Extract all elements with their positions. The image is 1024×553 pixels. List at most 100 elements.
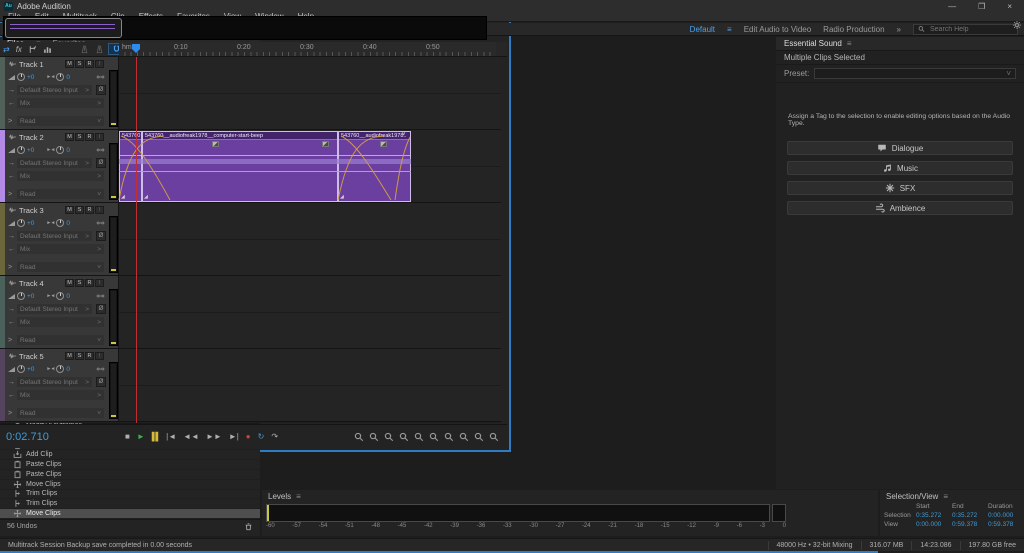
panel-menu-icon[interactable]: ≡ [847,39,852,48]
volume-knob[interactable] [17,365,25,373]
zoom-tool-button[interactable] [399,432,409,442]
solo-button[interactable]: S [75,60,84,68]
volume-knob[interactable] [17,219,25,227]
pan-value[interactable]: 0 [66,147,70,154]
go-to-end-button[interactable]: ►| [229,432,239,441]
skip-selection-button[interactable]: ↷ [271,432,278,441]
panel-menu-icon[interactable]: ≡ [296,492,301,501]
output-selector[interactable]: Mix > [17,244,104,254]
metronome-settings-icon[interactable] [92,44,107,53]
mute-button[interactable]: M [65,133,74,141]
volume-value[interactable]: +0 [27,220,34,227]
workspace-overflow-button[interactable]: » [897,25,901,34]
input-selector[interactable]: Default Stereo Input > [17,304,92,314]
history-item[interactable]: Move Clips [0,509,260,519]
arm-record-button[interactable]: R [85,279,94,287]
input-selector[interactable]: Default Stereo Input > [17,158,92,168]
automation-mode-selector[interactable]: Read ˅ [17,408,104,418]
tag-button[interactable]: Ambience [787,201,1013,215]
track-routing-icon[interactable] [25,44,40,53]
arm-record-button[interactable]: R [85,60,94,68]
zoom-tool-button[interactable] [354,432,364,442]
pan-knob[interactable] [56,292,64,300]
phase-button[interactable]: Ø [96,158,106,168]
solo-button[interactable]: S [75,206,84,214]
minimize-button[interactable]: — [948,2,956,11]
volume-knob[interactable] [17,73,25,81]
monitor-input-button[interactable]: I [95,60,104,68]
automation-mode-selector[interactable]: Read ˅ [17,262,104,272]
track-header[interactable]: Track 2 M S R I [0,130,119,202]
automation-expander-icon[interactable]: > [8,118,15,125]
zoom-tool-button[interactable] [489,432,499,442]
track-name[interactable]: Track 3 [19,206,44,215]
mute-button[interactable]: M [65,352,74,360]
volume-knob[interactable] [17,146,25,154]
arm-record-button[interactable]: R [85,206,94,214]
go-to-start-button[interactable]: |◄ [166,432,176,441]
track-header[interactable]: Track 5 M S R I [0,349,119,421]
automation-expander-icon[interactable]: > [8,410,15,417]
timeline-ruler[interactable]: hms 0:10 0:20 0:30 0:40 0:50 [119,42,496,57]
phase-button[interactable]: Ø [96,231,106,241]
track-name[interactable]: Track 2 [19,133,44,142]
mute-button[interactable]: M [65,206,74,214]
monitor-input-button[interactable]: I [95,279,104,287]
play-button[interactable]: ► [137,432,145,441]
solo-button[interactable]: S [75,352,84,360]
pan-knob[interactable] [56,73,64,81]
output-selector[interactable]: Mix > [17,98,104,108]
pan-value[interactable]: 0 [66,220,70,227]
history-item[interactable]: Move Clips [0,480,260,490]
zoom-tool-button[interactable] [444,432,454,442]
solo-button[interactable]: S [75,133,84,141]
pan-knob[interactable] [56,146,64,154]
preset-dropdown[interactable]: ˅ [814,68,1016,79]
zoom-tool-button[interactable] [414,432,424,442]
track-name[interactable]: Track 4 [19,279,44,288]
input-selector[interactable]: Default Stereo Input > [17,231,92,241]
output-selector[interactable]: Mix > [17,317,104,327]
track-name[interactable]: Track 5 [19,352,44,361]
track-header[interactable]: Track 3 M S R I [0,203,119,275]
close-button[interactable]: × [1007,2,1012,11]
metering-icon[interactable] [40,44,55,53]
arm-record-button[interactable]: R [85,133,94,141]
pan-knob[interactable] [56,365,64,373]
phase-button[interactable]: Ø [96,304,106,314]
tag-button[interactable]: Music [787,161,1013,175]
volume-knob[interactable] [17,292,25,300]
record-button[interactable]: ● [246,432,251,441]
phase-button[interactable]: Ø [96,377,106,387]
track-swap-icon[interactable]: ⇄ [0,45,13,54]
pan-knob[interactable] [56,219,64,227]
panel-menu-icon[interactable]: ≡ [943,492,948,501]
track-lane[interactable] [119,203,501,275]
time-display[interactable]: 0:02.710 [0,431,70,443]
output-selector[interactable]: Mix > [17,390,104,400]
volume-value[interactable]: +0 [27,293,34,300]
track-lane[interactable] [119,349,501,421]
workspace-default[interactable]: Default [690,25,715,34]
zoom-tool-button[interactable] [369,432,379,442]
duration-value[interactable]: 0:00.000 [988,512,1024,519]
clip-effects-icon[interactable]: fx [13,45,25,54]
track-lane[interactable] [119,276,501,348]
workspace-radio-production[interactable]: Radio Production [823,25,884,34]
monitor-input-button[interactable]: I [95,352,104,360]
arm-record-button[interactable]: R [85,352,94,360]
history-item[interactable]: Paste Clips [0,460,260,470]
pan-value[interactable]: 0 [66,293,70,300]
input-selector[interactable]: Default Stereo Input > [17,377,92,387]
history-item[interactable]: Trim Clips [0,499,260,509]
history-item[interactable]: Trim Clips [0,490,260,500]
monitor-input-button[interactable]: I [95,133,104,141]
zoom-tool-button[interactable] [474,432,484,442]
duration-value[interactable]: 0:59.378 [988,521,1024,528]
mute-button[interactable]: M [65,279,74,287]
pause-button[interactable]: ▌▌ [152,432,159,441]
editor-settings-icon[interactable] [1012,20,1022,30]
volume-value[interactable]: +0 [27,147,34,154]
workspace-edit-audio-to-video[interactable]: Edit Audio to Video [744,25,811,34]
pan-value[interactable]: 0 [66,366,70,373]
